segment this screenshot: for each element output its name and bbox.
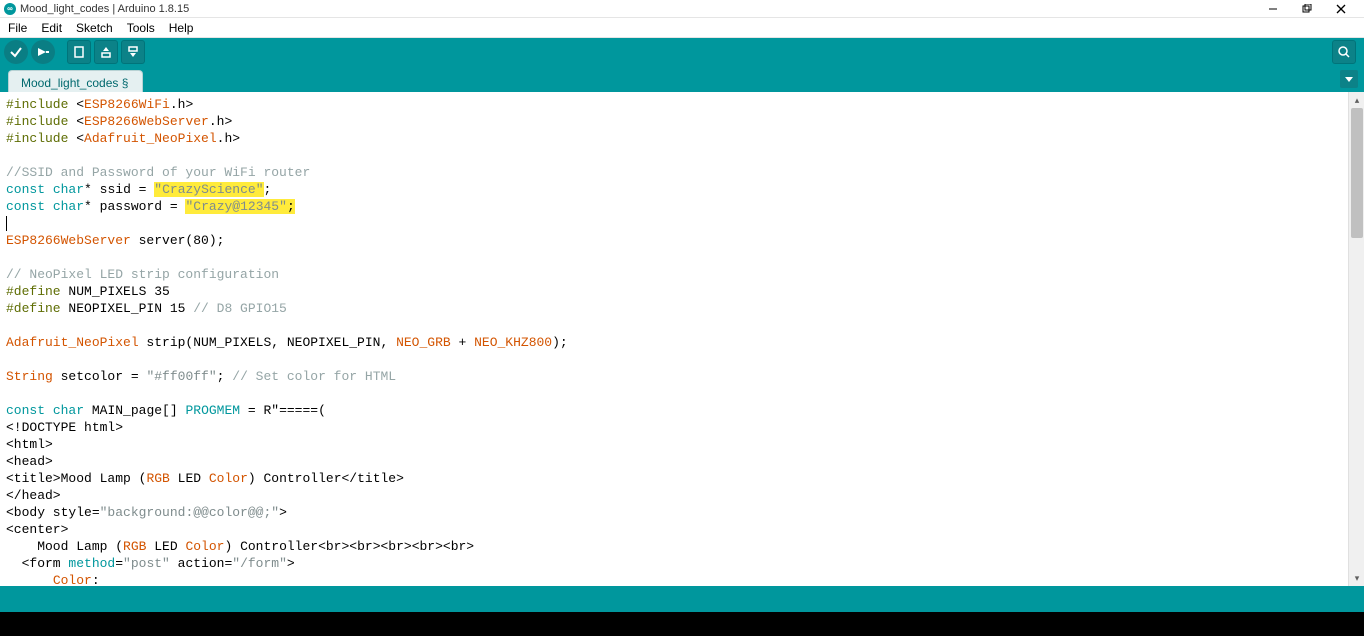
close-button[interactable]: [1334, 2, 1348, 16]
save-button[interactable]: [121, 40, 145, 64]
menu-tools[interactable]: Tools: [123, 21, 159, 35]
open-up-icon: [99, 45, 113, 59]
tab-label: Mood_light_codes §: [21, 76, 128, 90]
maximize-button[interactable]: [1300, 2, 1314, 16]
menubar: File Edit Sketch Tools Help: [0, 18, 1364, 38]
upload-button[interactable]: [31, 40, 55, 64]
tab-menu-dropdown[interactable]: [1340, 70, 1358, 88]
code-editor[interactable]: #include <ESP8266WiFi.h> #include <ESP82…: [0, 92, 1348, 586]
window-titlebar: ∞ Mood_light_codes | Arduino 1.8.15: [0, 0, 1364, 18]
vertical-scrollbar[interactable]: ▴ ▾: [1348, 92, 1364, 586]
new-file-icon: [72, 45, 86, 59]
scroll-thumb[interactable]: [1351, 108, 1363, 238]
arrow-right-icon: [36, 45, 50, 59]
check-icon: [9, 45, 23, 59]
chevron-down-icon: [1344, 74, 1354, 84]
status-bar: [0, 586, 1364, 612]
menu-file[interactable]: File: [4, 21, 31, 35]
menu-help[interactable]: Help: [165, 21, 198, 35]
open-button[interactable]: [94, 40, 118, 64]
window-title: Mood_light_codes | Arduino 1.8.15: [20, 3, 1266, 15]
serial-monitor-button[interactable]: [1332, 40, 1356, 64]
window-controls: [1266, 2, 1360, 16]
menu-sketch[interactable]: Sketch: [72, 21, 117, 35]
toolbar: [0, 38, 1364, 66]
arduino-app-icon: ∞: [4, 3, 16, 15]
tab-bar: Mood_light_codes §: [0, 66, 1364, 92]
new-button[interactable]: [67, 40, 91, 64]
scroll-down-button[interactable]: ▾: [1349, 570, 1364, 586]
serial-monitor-icon: [1337, 45, 1351, 59]
menu-edit[interactable]: Edit: [37, 21, 66, 35]
save-down-icon: [126, 45, 140, 59]
editor-area: #include <ESP8266WiFi.h> #include <ESP82…: [0, 92, 1364, 586]
scroll-up-button[interactable]: ▴: [1349, 92, 1364, 108]
text-cursor: [6, 216, 7, 231]
kw-include: #include: [6, 97, 68, 112]
tab-sketch[interactable]: Mood_light_codes §: [8, 70, 143, 92]
output-console[interactable]: [0, 612, 1364, 636]
minimize-button[interactable]: [1266, 2, 1280, 16]
verify-button[interactable]: [4, 40, 28, 64]
